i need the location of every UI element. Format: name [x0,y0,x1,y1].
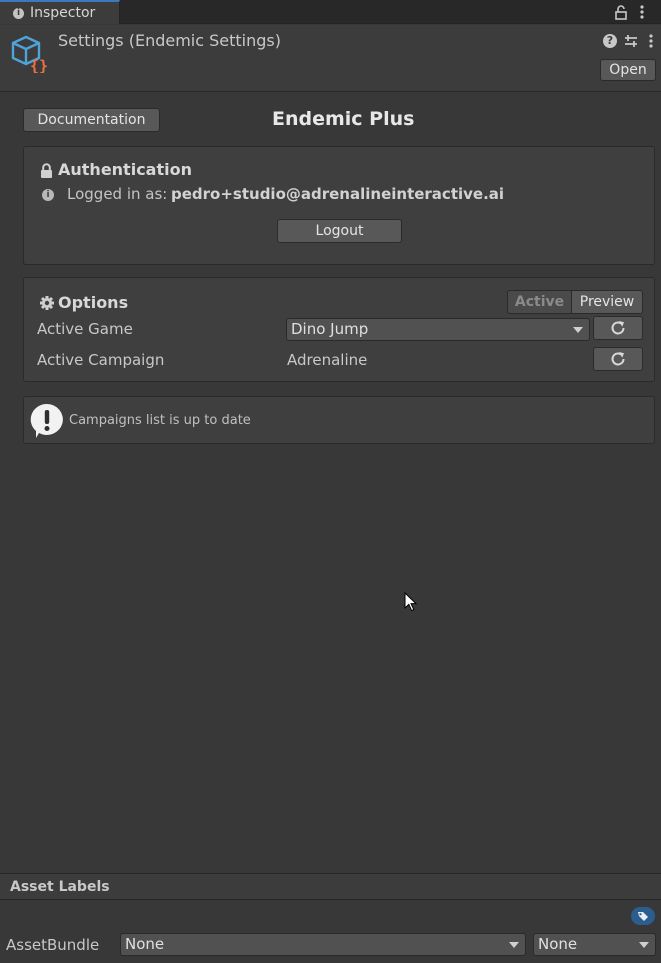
page-title: Endemic Plus [272,108,415,130]
warning-icon [30,403,63,438]
options-title: Options [58,293,129,312]
active-mode-button[interactable]: Active [508,291,572,313]
authentication-panel: Authentication i Logged in as: pedro+stu… [23,146,655,265]
tab-inspector[interactable]: i Inspector [0,0,120,24]
chevron-down-icon [573,327,583,333]
assetbundle-label: AssetBundle [6,936,100,954]
authentication-title: Authentication [58,160,192,179]
help-box: Campaigns list is up to date [23,396,655,444]
asset-title: Settings (Endemic Settings) [58,31,281,50]
svg-text:{}: {} [30,57,48,73]
assetbundle-variant-value: None [538,935,578,953]
active-campaign-label: Active Campaign [37,351,165,369]
mouse-cursor-icon [404,592,418,612]
help-icon[interactable]: ? [603,34,617,48]
inspector-header: {} Settings (Endemic Settings) ? Open [0,25,661,92]
padlock-icon [41,163,52,178]
help-message: Campaigns list is up to date [69,413,251,428]
refresh-games-button[interactable] [593,316,643,340]
tab-label: Inspector [30,5,96,21]
open-button[interactable]: Open [600,59,656,81]
preset-icon[interactable] [623,33,639,49]
logged-in-label: Logged in as: [67,185,168,203]
tab-bar: i Inspector [0,0,661,24]
asset-labels-header[interactable]: Asset Labels [0,873,661,900]
assetbundle-value: None [125,935,165,953]
gear-icon [40,296,54,310]
active-game-label: Active Game [37,320,133,338]
mode-toggle: Active Preview [507,290,643,314]
info-icon: i [42,189,54,201]
assetbundle-dropdown[interactable]: None [120,933,526,956]
active-game-dropdown[interactable]: Dino Jump [286,318,590,341]
kebab-menu-icon[interactable] [636,4,648,20]
info-icon: i [13,7,24,19]
lock-icon[interactable] [613,4,629,20]
documentation-button[interactable]: Documentation [23,108,160,132]
chevron-down-icon [639,942,649,948]
logged-in-email: pedro+studio@adrenalineinteractive.ai [171,185,505,203]
kebab-menu-icon[interactable] [646,33,656,49]
settings-asset-icon: {} [11,35,48,73]
chevron-down-icon [509,942,519,948]
refresh-icon [611,352,625,366]
asset-labels-panel: AssetBundle None None [0,901,661,963]
refresh-icon [611,321,625,335]
refresh-campaigns-button[interactable] [593,347,643,371]
active-game-value: Dino Jump [291,320,369,338]
active-campaign-value: Adrenaline [287,351,368,369]
options-panel: Options Active Preview Active Game Dino … [23,277,655,382]
asset-labels-title: Asset Labels [10,879,110,895]
preview-mode-button[interactable]: Preview [572,291,642,313]
tag-icon[interactable] [631,907,655,925]
logout-button[interactable]: Logout [277,219,402,243]
assetbundle-variant-dropdown[interactable]: None [533,933,656,956]
